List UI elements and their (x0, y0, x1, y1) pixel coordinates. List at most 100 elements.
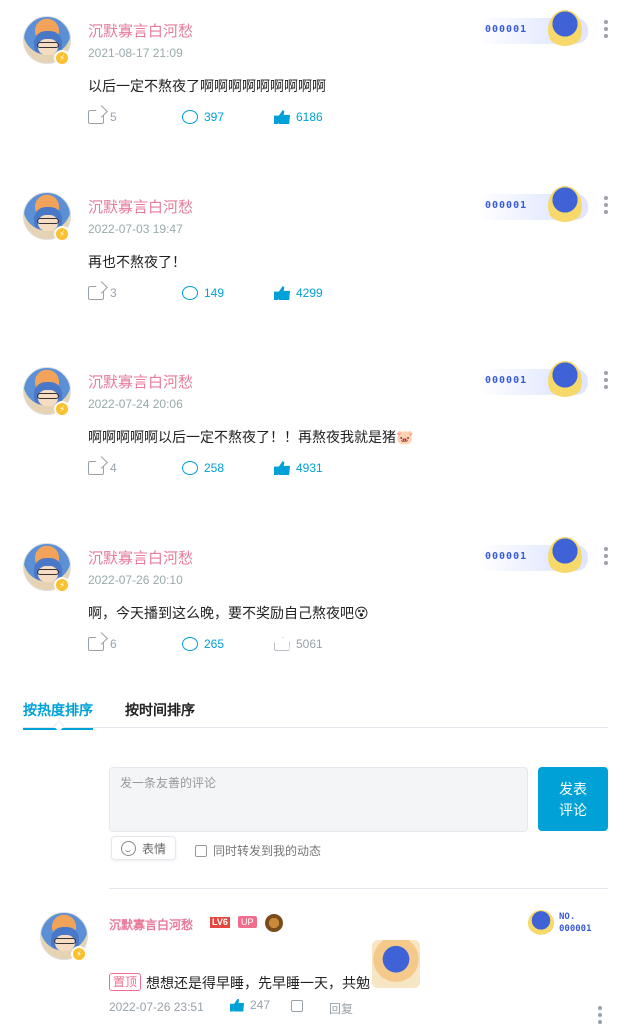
post-date[interactable]: 2021-08-17 21:09 (88, 46, 183, 60)
post-content[interactable]: 以后一定不熬夜了啊啊啊啊啊啊啊啊啊 (88, 76, 326, 96)
post-card: ⚡ 沉默寡言白河愁 2022-07-26 20:10 啊，今天播到这么晚，要不奖… (0, 537, 632, 719)
fan-card[interactable]: NO. 000001 (528, 910, 608, 940)
comment-button[interactable]: 149 (182, 286, 224, 300)
like-button[interactable]: 4299 (274, 286, 323, 300)
medal-icon (265, 914, 283, 932)
smiley-icon (121, 840, 136, 856)
comment-button[interactable]: 265 (182, 637, 224, 651)
more-options-icon[interactable] (604, 20, 610, 41)
verified-badge-icon: ⚡ (54, 401, 70, 417)
thumbs-up-icon (274, 110, 290, 124)
more-options-icon[interactable] (604, 547, 610, 568)
share-icon (88, 637, 104, 651)
up-badge: UP (238, 916, 257, 928)
comment-count: 265 (204, 637, 225, 651)
fan-number: 000001 (485, 551, 528, 562)
post-content[interactable]: 啊啊啊啊啊以后一定不熬夜了！！再熬夜我就是猪🐷 (88, 427, 413, 447)
post-date[interactable]: 2022-07-24 20:06 (88, 397, 183, 411)
share-count: 4 (110, 461, 117, 475)
reply-text: 想想还是得早睡，先早睡一天，共勉 (146, 975, 370, 991)
share-button[interactable]: 4 (88, 461, 117, 475)
reply-like-button[interactable]: 247 (230, 998, 270, 1012)
pinned-badge: 置顶 (109, 973, 142, 991)
reply-username[interactable]: 沉默寡言白河愁 (109, 916, 193, 933)
send-label-line2: 评论 (559, 802, 587, 818)
like-button[interactable]: 6186 (274, 110, 323, 124)
fan-number: 000001 (485, 200, 528, 211)
post-username[interactable]: 沉默寡言白河愁 (88, 20, 193, 41)
reply-item: ⚡ 沉默寡言白河愁 LV6 UP NO. 000001 置顶 想想还是得早睡，先… (0, 910, 632, 1024)
share-button[interactable]: 3 (88, 286, 117, 300)
fan-card[interactable]: 000001 (478, 186, 588, 226)
post-username[interactable]: 沉默寡言白河愁 (88, 196, 193, 217)
more-options-icon[interactable] (604, 196, 610, 217)
comment-count: 149 (204, 286, 225, 300)
share-count: 6 (110, 637, 117, 651)
comment-button[interactable]: 397 (182, 110, 224, 124)
comment-button[interactable]: 258 (182, 461, 224, 475)
share-button[interactable]: 5 (88, 110, 117, 124)
fan-character-icon (548, 10, 582, 50)
fan-label: NO. (559, 912, 576, 922)
fan-card[interactable]: 000001 (478, 537, 588, 577)
comment-icon (182, 637, 198, 651)
reply-button[interactable]: 回复 (329, 1000, 353, 1017)
share-count: 3 (110, 286, 117, 300)
post-card: ⚡ 沉默寡言白河愁 2022-07-24 20:06 啊啊啊啊啊以后一定不熬夜了… (0, 361, 632, 543)
fan-character-icon (528, 910, 554, 936)
post-card: ⚡ 沉默寡言白河愁 2021-08-17 21:09 以后一定不熬夜了啊啊啊啊啊… (0, 10, 632, 192)
fan-number: 000001 (485, 375, 528, 386)
more-options-icon[interactable] (598, 1006, 602, 1024)
post-content[interactable]: 再也不熬夜了！ (88, 252, 186, 272)
fan-number: 000001 (485, 24, 528, 35)
emoji-button[interactable]: 表情 (111, 836, 176, 860)
like-button[interactable]: 4931 (274, 461, 323, 475)
thumbs-up-icon (274, 286, 290, 300)
post-date[interactable]: 2022-07-03 19:47 (88, 222, 183, 236)
thumbs-up-icon (230, 998, 244, 1012)
verified-badge-icon: ⚡ (54, 226, 70, 242)
verified-badge-icon: ⚡ (54, 577, 70, 593)
fan-card[interactable]: 000001 (478, 361, 588, 401)
comment-count: 397 (204, 110, 225, 124)
level-badge: LV6 (210, 917, 230, 928)
fan-character-icon (548, 361, 582, 401)
divider (109, 888, 608, 889)
post-username[interactable]: 沉默寡言白河愁 (88, 371, 193, 392)
share-count: 5 (110, 110, 117, 124)
comment-icon (182, 110, 198, 124)
send-comment-button[interactable]: 发表 评论 (538, 767, 608, 831)
reply-date: 2022-07-26 23:51 (109, 1000, 204, 1014)
sort-tabs: 按热度排序 按时间排序 (23, 700, 608, 732)
fan-number: 000001 (559, 924, 592, 934)
sticker-image (372, 940, 420, 988)
comment-input[interactable]: 发一条友善的评论 (109, 767, 528, 832)
like-count: 6186 (296, 110, 323, 124)
reply-like-count: 247 (250, 998, 271, 1012)
post-username[interactable]: 沉默寡言白河愁 (88, 547, 193, 568)
share-icon (88, 286, 104, 300)
share-button[interactable]: 6 (88, 637, 117, 651)
like-count: 5061 (296, 637, 323, 651)
verified-badge-icon: ⚡ (71, 946, 87, 962)
tab-sort-by-time[interactable]: 按时间排序 (125, 700, 195, 720)
like-count: 4299 (296, 286, 323, 300)
share-icon (88, 110, 104, 124)
share-icon (88, 461, 104, 475)
fan-card[interactable]: 000001 (478, 10, 588, 50)
like-button[interactable]: 5061 (274, 637, 323, 651)
comment-icon (182, 461, 198, 475)
send-label-line1: 发表 (559, 781, 587, 797)
post-card: ⚡ 沉默寡言白河愁 2022-07-03 19:47 再也不熬夜了！ 3 149… (0, 186, 632, 368)
emoji-label: 表情 (142, 841, 167, 856)
more-options-icon[interactable] (604, 371, 610, 392)
forward-checkbox[interactable]: 同时转发到我的动态 (195, 842, 321, 859)
checkbox[interactable] (195, 844, 207, 857)
like-count: 4931 (296, 461, 323, 475)
post-date[interactable]: 2022-07-26 20:10 (88, 573, 183, 587)
thumbs-up-icon (274, 461, 290, 475)
thumbs-down-icon[interactable] (291, 1000, 303, 1012)
thumbs-up-icon (274, 637, 290, 651)
comment-count: 258 (204, 461, 225, 475)
post-content[interactable]: 啊，今天播到这么晚，要不奖励自己熬夜吧😵 (88, 603, 369, 623)
